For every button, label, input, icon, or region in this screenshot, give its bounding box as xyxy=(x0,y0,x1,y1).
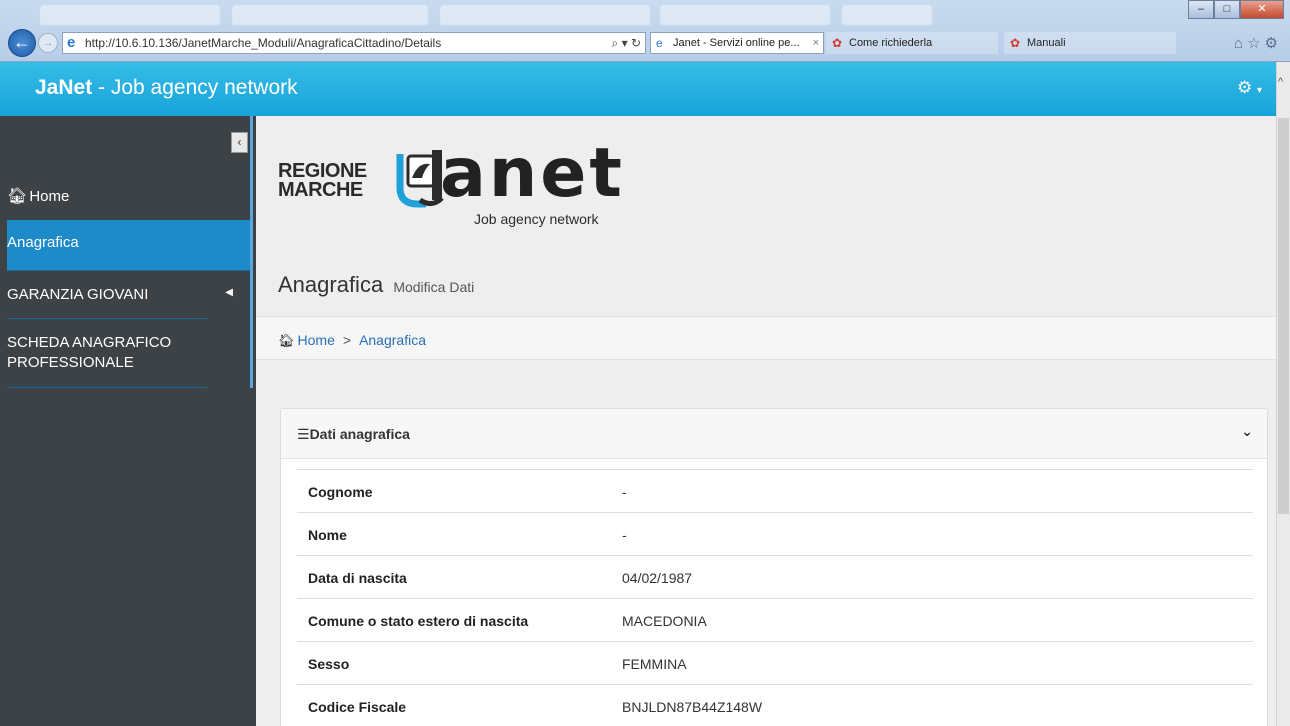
regione-marche-logo-text: REGIONE MARCHE xyxy=(278,161,367,201)
blurred-tab[interactable] xyxy=(660,5,830,25)
blurred-tab-strip: – □ ✕ xyxy=(0,0,1290,26)
brand-name: JaNet xyxy=(35,76,93,99)
field-label: Data di nascita xyxy=(308,570,407,586)
brand-tagline: - Job agency network xyxy=(92,76,298,99)
janet-bird-logo-icon xyxy=(396,150,444,208)
dati-anagrafica-panel: ☰Dati anagrafica ⌄ Cognome - Nome - Data… xyxy=(280,408,1268,726)
sidebar-item-garanzia-giovani[interactable]: GARANZIA GIOVANI ◀ xyxy=(7,270,251,318)
table-row: Nome - xyxy=(297,512,1253,555)
sidebar: ‹ 🏠︎ Home Anagrafica GARANZIA GIOVANI ◀ S… xyxy=(0,116,256,726)
blurred-tab[interactable] xyxy=(40,5,220,25)
app-header: JaNet - Job agency network ⚙ ▾ xyxy=(0,62,1276,116)
sidebar-item-home[interactable]: 🏠︎ Home xyxy=(7,186,251,220)
breadcrumb-separator: > xyxy=(342,332,352,348)
sidebar-item-scheda-anagrafico[interactable]: SCHEDA ANAGRAFICO PROFESSIONALE xyxy=(7,318,207,388)
window-controls: – □ ✕ xyxy=(1188,0,1284,19)
browser-tab-label: Janet - Servizi online pe... xyxy=(673,37,800,49)
janet-logo: REGIONE MARCHE anet Job agency network xyxy=(278,134,638,234)
page-title: Anagrafica Modifica Dati xyxy=(278,272,474,298)
table-row: Data di nascita 04/02/1987 xyxy=(297,555,1253,598)
breadcrumb: 🏠︎ Home > Anagrafica xyxy=(278,332,426,349)
field-value: MACEDONIA xyxy=(622,613,707,629)
field-value: 04/02/1987 xyxy=(622,570,693,586)
close-tab-icon[interactable]: × xyxy=(813,33,819,53)
table-row: Cognome - xyxy=(297,469,1253,512)
browser-tab-label: Manuali xyxy=(1027,37,1066,49)
page-title-text: Anagrafica xyxy=(278,272,384,297)
browser-toolbar-icons: ⌂☆⚙ xyxy=(1234,34,1282,52)
janet-logo-subtitle: Job agency network xyxy=(474,211,599,227)
table-row: Codice Fiscale BNJLDN87B44Z148W xyxy=(297,684,1253,726)
scroll-up-arrow-icon[interactable]: ^ xyxy=(1278,76,1283,88)
caret-left-icon: ◀ xyxy=(225,287,233,298)
page-subtitle: Modifica Dati xyxy=(393,279,475,295)
search-refresh-icons[interactable]: ⌕ ▾ ↻ xyxy=(612,33,641,53)
blurred-tab[interactable] xyxy=(440,5,650,25)
browser-chrome: – □ ✕ ← → e http://10.6.10.136/JanetMarc… xyxy=(0,0,1290,62)
field-label: Comune o stato estero di nascita xyxy=(308,613,529,629)
ie-icon: e xyxy=(656,36,663,50)
field-value: BNJLDN87B44Z148W xyxy=(622,699,763,715)
favorites-star-icon[interactable]: ☆ xyxy=(1247,35,1264,52)
field-label: Nome xyxy=(308,527,347,543)
home-icon[interactable]: ⌂ xyxy=(1234,35,1247,52)
address-url: http://10.6.10.136/JanetMarche_Moduli/An… xyxy=(85,36,442,50)
table-row: Comune o stato estero di nascita MACEDON… xyxy=(297,598,1253,641)
field-value: - xyxy=(622,484,627,500)
breadcrumb-bar: 🏠︎ Home > Anagrafica xyxy=(256,316,1276,360)
site-favicon-icon: ✿ xyxy=(1010,36,1021,50)
sidebar-item-label: GARANZIA GIOVANI xyxy=(7,286,149,303)
tools-gear-icon[interactable]: ⚙ xyxy=(1265,35,1282,52)
field-value: - xyxy=(622,527,627,543)
maximize-button[interactable]: □ xyxy=(1214,0,1240,19)
collapse-sidebar-button[interactable]: ‹ xyxy=(231,132,248,153)
chevron-down-icon[interactable]: ⌄ xyxy=(1241,423,1253,440)
browser-tab[interactable]: ✿ Manuali xyxy=(1004,32,1176,54)
janet-wordmark: anet xyxy=(440,134,625,213)
scrollbar-thumb[interactable] xyxy=(1278,118,1289,514)
field-label: Cognome xyxy=(308,484,373,500)
home-icon: 🏠︎ xyxy=(7,188,28,205)
home-icon: 🏠︎ xyxy=(278,333,295,348)
sidebar-active-edge xyxy=(250,116,253,388)
logo-line: MARCHE xyxy=(278,179,363,201)
browser-tab[interactable]: ✿ Come richiederla xyxy=(826,32,998,54)
menu-lines-icon: ☰ xyxy=(297,426,310,442)
back-button[interactable]: ← xyxy=(8,29,36,57)
sidebar-item-label: Anagrafica xyxy=(7,234,79,251)
site-favicon-icon: ✿ xyxy=(832,36,843,50)
sidebar-item-anagrafica[interactable]: Anagrafica xyxy=(7,220,251,270)
blurred-tab[interactable] xyxy=(232,5,428,25)
minimize-button[interactable]: – xyxy=(1188,0,1214,19)
close-window-button[interactable]: ✕ xyxy=(1240,0,1284,19)
settings-dropdown-button[interactable]: ⚙ ▾ xyxy=(1237,78,1262,98)
caret-down-icon: ▾ xyxy=(1256,85,1262,96)
gear-icon: ⚙ xyxy=(1236,78,1253,97)
blurred-tab[interactable] xyxy=(842,5,932,25)
sidebar-item-label: Home xyxy=(29,188,70,205)
app-title[interactable]: JaNet - Job agency network xyxy=(35,76,298,100)
forward-button[interactable]: → xyxy=(38,33,58,53)
field-label: Sesso xyxy=(308,656,350,672)
breadcrumb-current[interactable]: Anagrafica xyxy=(359,332,426,348)
table-row: Sesso FEMMINA xyxy=(297,641,1253,684)
panel-header[interactable]: ☰Dati anagrafica ⌄ xyxy=(281,409,1267,459)
sidebar-item-label: SCHEDA ANAGRAFICO PROFESSIONALE xyxy=(7,334,172,371)
browser-tab-label: Come richiederla xyxy=(849,37,933,49)
breadcrumb-home-link[interactable]: Home xyxy=(298,332,335,348)
ie-icon: e xyxy=(67,34,76,51)
address-bar[interactable]: e http://10.6.10.136/JanetMarche_Moduli/… xyxy=(62,32,646,54)
browser-tab-active[interactable]: e Janet - Servizi online pe... × xyxy=(650,32,824,54)
page-scrollbar[interactable]: ^ xyxy=(1276,62,1290,726)
panel-title: ☰Dati anagrafica xyxy=(297,426,410,443)
panel-title-text: Dati anagrafica xyxy=(309,426,410,442)
navigation-row: ← → e http://10.6.10.136/JanetMarche_Mod… xyxy=(0,26,1290,60)
field-value: FEMMINA xyxy=(622,656,687,672)
main-content: REGIONE MARCHE anet Job agency network A… xyxy=(256,116,1276,726)
field-label: Codice Fiscale xyxy=(308,699,407,715)
